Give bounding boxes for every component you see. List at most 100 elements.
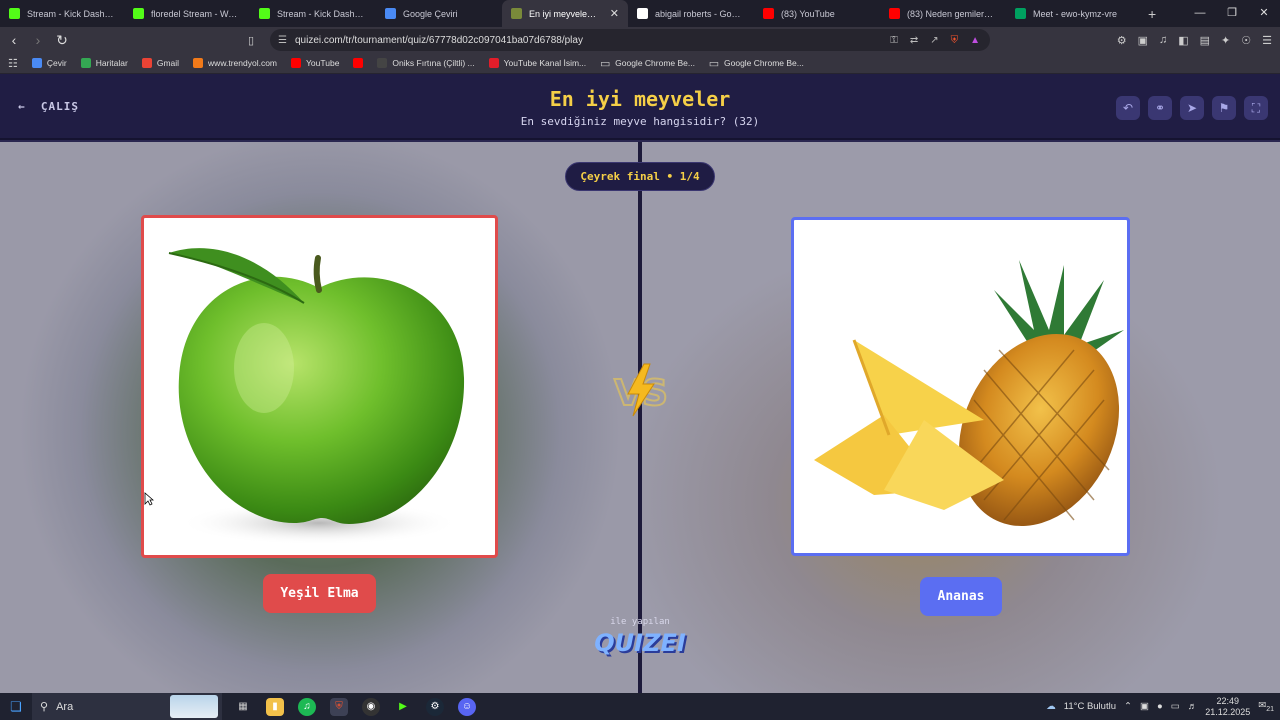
weather-text[interactable]: 11°C Bulutlu (1064, 701, 1116, 712)
browser-tab[interactable]: abigail roberts - Google S (628, 0, 754, 27)
bookmark-item[interactable]: www.trendyol.com (193, 58, 277, 68)
clock[interactable]: 22:49 21.12.2025 (1205, 696, 1250, 718)
bookmark-label: Gmail (156, 58, 180, 68)
menu-icon[interactable]: ☰ (1262, 34, 1272, 47)
notifications-icon[interactable]: ✉21 (1258, 700, 1274, 713)
bookmark-item[interactable] (353, 58, 364, 68)
bookmark-label: Haritalar (95, 58, 128, 68)
obs-icon[interactable]: ◉ (362, 697, 380, 716)
browser-tab[interactable]: Google Çeviri (376, 0, 502, 27)
bookmark-item[interactable]: Çevir (31, 58, 67, 68)
network-icon[interactable]: ▭ (1171, 701, 1180, 712)
new-tab-button[interactable]: + (1148, 6, 1156, 22)
discord-icon[interactable]: ☺ (458, 697, 476, 716)
close-icon[interactable]: ✕ (1248, 0, 1280, 27)
quiz-page: ← ÇALIŞ En iyi meyveler En sevdiğiniz me… (0, 74, 1280, 693)
send-icon: ➤ (1186, 101, 1198, 115)
minimize-icon[interactable]: — (1184, 0, 1216, 27)
pineapple-image (814, 260, 1124, 527)
quizei-logo[interactable]: QUIZEI (590, 629, 690, 657)
bookmark-item[interactable]: YouTube Kanal İsim... (488, 58, 586, 68)
vpn-icon[interactable]: ☉ (1241, 34, 1251, 47)
page-title: En iyi meyveler (549, 87, 731, 111)
extensions-icon[interactable]: ⚙ (1117, 34, 1127, 47)
bookmark-label: Google Chrome Be... (724, 58, 804, 68)
browser-tab[interactable]: Stream - Kick Dashboard (250, 0, 376, 27)
browser-tab[interactable]: (83) YouTube (754, 0, 880, 27)
match-stage: Çeyrek final • 1/4 Yeşil Elma Ananas ile… (0, 142, 1280, 693)
back-icon[interactable]: ‹ (4, 32, 24, 48)
brave-rewards-icon[interactable]: ▲ (970, 35, 980, 46)
kick-icon (259, 8, 270, 19)
tab-label: Meet - ewo-kymz-vre (1033, 8, 1118, 19)
steam-icon[interactable]: ⚙ (426, 697, 444, 716)
tab-label: floredel Stream - Watch Li (151, 8, 241, 19)
site-info-icon[interactable]: ☰ (278, 35, 287, 46)
report-button[interactable]: ⚑ (1212, 96, 1236, 120)
link-button[interactable]: ⚭ (1148, 96, 1172, 120)
undo-button[interactable]: ↶ (1116, 96, 1140, 120)
reload-icon[interactable]: ↻ (52, 32, 72, 49)
sidebar-icon[interactable]: ◧ (1178, 34, 1188, 47)
leo-ai-icon[interactable]: ✦ (1221, 34, 1230, 47)
windows-taskbar: ❏ ⚲ Ara ▦ ▮ ♫ ⛨ ◉ ▶ ⚙ ☺ ☁ 11°C Bulutlu ⌃… (0, 693, 1280, 720)
bookmark-item[interactable]: ▭ Google Chrome Be... (709, 58, 804, 70)
browser-tab[interactable]: (83) Neden gemilerde bu (880, 0, 1006, 27)
restore-icon[interactable]: ❐ (1216, 0, 1248, 27)
bookmark-icon[interactable]: ▯ (248, 34, 254, 47)
browser-tab[interactable]: Meet - ewo-kymz-vre (1006, 0, 1132, 27)
left-choice-button[interactable]: Yeşil Elma (263, 574, 376, 613)
tab-close-icon[interactable]: ✕ (610, 7, 619, 20)
fullscreen-button[interactable]: ⛶ (1244, 96, 1268, 120)
google-translate-icon (385, 8, 396, 19)
made-with-label: ile yapılan (610, 617, 670, 627)
tray-chevron-icon[interactable]: ⌃ (1124, 701, 1132, 712)
task-view-icon[interactable]: ▦ (234, 698, 252, 716)
right-choice-card[interactable] (791, 217, 1130, 556)
google-icon (637, 8, 648, 19)
tab-label: abigail roberts - Google S (655, 8, 745, 19)
wallet-icon[interactable]: ▤ (1200, 34, 1210, 47)
volume-icon[interactable]: ♬ (1188, 701, 1198, 712)
search-highlight-image (170, 695, 218, 718)
mouse-cursor-icon (144, 492, 154, 506)
quiz-header: ← ÇALIŞ En iyi meyveler En sevdiğiniz me… (0, 74, 1280, 140)
weather-icon[interactable]: ☁ (1046, 701, 1056, 712)
bookmark-item[interactable]: Haritalar (80, 58, 128, 68)
right-choice-button[interactable]: Ananas (920, 577, 1002, 616)
file-explorer-icon[interactable]: ▮ (266, 697, 284, 716)
bookmark-item[interactable]: Gmail (141, 58, 180, 68)
address-bar[interactable]: ☰ quizei.com/tr/tournament/quiz/67778d02… (270, 29, 990, 51)
bookmark-item[interactable]: YouTube (291, 58, 339, 68)
notification-count: 21 (1266, 705, 1274, 713)
spotify-icon[interactable]: ♫ (298, 697, 316, 716)
kick-app-icon[interactable]: ▶ (394, 698, 412, 716)
brave-browser-icon[interactable]: ⛨ (330, 697, 348, 716)
bookmark-item[interactable]: Oniks Fırtına (Çiltli) ... (377, 58, 475, 68)
bookmark-label: Oniks Fırtına (Çiltli) ... (392, 58, 475, 68)
share-button[interactable]: ➤ (1180, 96, 1204, 120)
tab-label: En iyi meyveler - Tier (529, 8, 599, 19)
windows-start-icon[interactable]: ❏ (0, 699, 32, 715)
brave-shield-icon[interactable]: ⛨ (951, 35, 959, 46)
media-icon[interactable]: ♫ (1159, 34, 1167, 46)
browser-tab[interactable]: Stream - Kick Dashboard (0, 0, 124, 27)
screenshot-icon[interactable]: ▣ (1138, 34, 1148, 47)
forward-icon[interactable]: › (28, 32, 48, 48)
bookmark-favicon-icon (193, 58, 204, 68)
left-choice-card[interactable] (141, 215, 498, 558)
bookmark-item[interactable]: ▭ Google Chrome Be... (600, 58, 695, 70)
apps-grid-icon[interactable]: ☷ (8, 57, 18, 70)
microphone-icon[interactable]: ● (1157, 701, 1163, 712)
browser-tab[interactable]: En iyi meyveler - Tier ✕ (502, 0, 628, 27)
tray-app-icon[interactable]: ▣ (1140, 701, 1149, 712)
taskbar-search[interactable]: ⚲ Ara (32, 693, 222, 720)
bookmarks-bar: ☷ Çevir Haritalar Gmail www.trendyol.com You… (0, 53, 1280, 74)
password-key-icon[interactable]: ⚿ (890, 35, 898, 46)
translate-icon[interactable]: ⇄ (910, 35, 918, 46)
tab-label: (83) YouTube (781, 8, 835, 19)
lightning-icon: VS (613, 363, 669, 417)
share-icon[interactable]: ↗ (930, 35, 938, 46)
browser-tab[interactable]: floredel Stream - Watch Li (124, 0, 250, 27)
undo-icon: ↶ (1122, 101, 1134, 115)
